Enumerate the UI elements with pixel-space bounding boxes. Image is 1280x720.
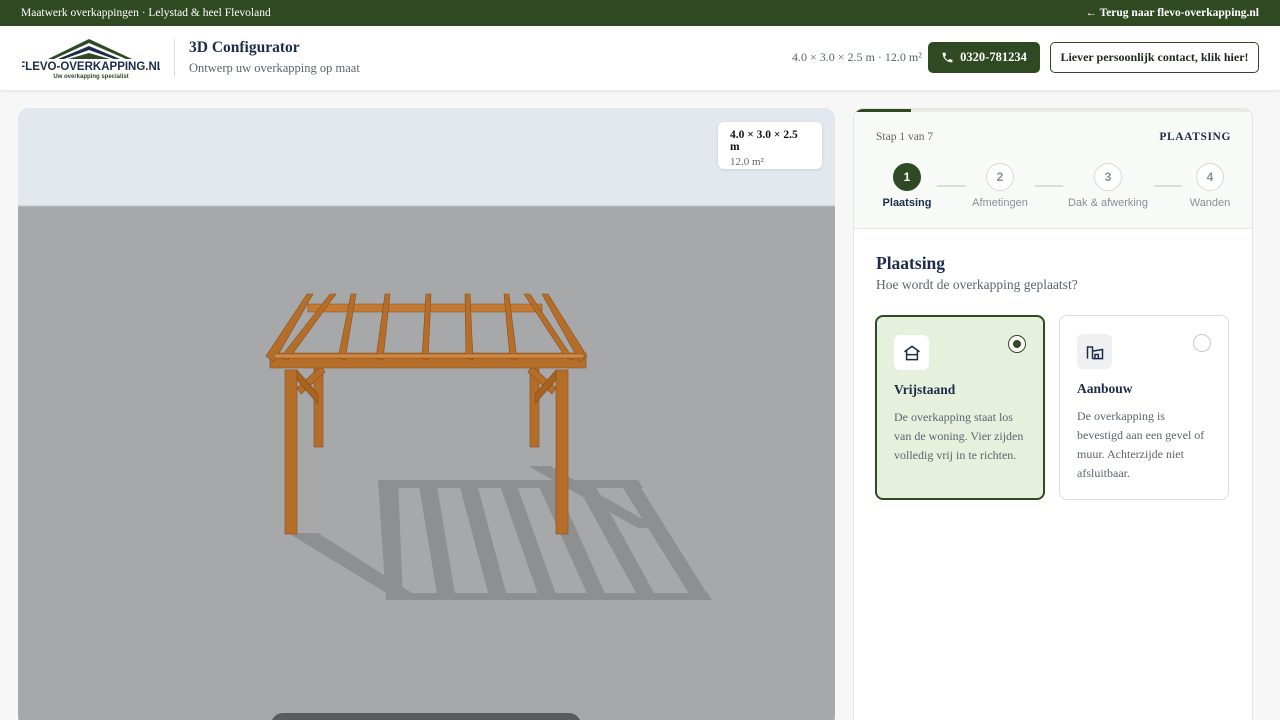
- option-description: De overkapping staat los van de woning. …: [894, 410, 1024, 462]
- radio-unselected[interactable]: [1193, 334, 1211, 352]
- step-label: Plaatsing: [882, 197, 932, 209]
- phone-button[interactable]: 0320-781234: [928, 42, 1040, 73]
- step-number: 4: [1196, 163, 1224, 191]
- step-number: 1: [893, 163, 921, 191]
- dimensions-value: 4.0 × 3.0 × 2.5 m: [730, 129, 798, 153]
- header: FLEVO-OVERKAPPING.NL Uw overkapping spec…: [0, 26, 1280, 91]
- step-label: Dak & afwerking: [1067, 197, 1149, 209]
- page-title: 3D Configurator: [189, 39, 300, 56]
- option-aanbouw[interactable]: Aanbouw De overkapping is bevestigd aan …: [1059, 315, 1229, 500]
- logo-tagline: Uw overkapping specialist: [53, 74, 128, 80]
- pergola-3d-model[interactable]: [18, 108, 835, 720]
- progress-bar: [854, 109, 1252, 112]
- personal-contact-button[interactable]: Liever persoonlijk contact, klik hier!: [1050, 42, 1259, 73]
- section-question: Hoe wordt de overkapping geplaatst?: [876, 277, 1078, 292]
- pergola-shadow: [288, 466, 712, 600]
- house-icon: [894, 335, 929, 370]
- progress-fill: [854, 109, 911, 112]
- area-value: 12.0 m²: [730, 156, 764, 168]
- step-number: 3: [1094, 163, 1122, 191]
- attached-building-icon: [1077, 334, 1112, 369]
- step-plaatsing[interactable]: 1 Plaatsing: [862, 163, 952, 209]
- step-label: Wanden: [1189, 197, 1231, 209]
- dimensions-badge: 4.0 × 3.0 × 2.5 m 12.0 m²: [718, 122, 822, 169]
- option-vrijstaand[interactable]: Vrijstaand De overkapping staat los van …: [875, 315, 1045, 500]
- page-subtitle: Ontwerp uw overkapping op maat: [189, 61, 360, 75]
- step-wanden[interactable]: 4 Wanden: [1165, 163, 1252, 209]
- step-label: Afmetingen: [972, 197, 1028, 209]
- option-title: Vrijstaand: [894, 382, 956, 397]
- step-dak-afwerking[interactable]: 3 Dak & afwerking: [1063, 163, 1153, 209]
- top-bar: Maatwerk overkappingen · Lelystad & heel…: [0, 0, 1280, 26]
- radio-selected[interactable]: [1008, 335, 1026, 353]
- current-step-name: PLAATSING: [1159, 131, 1231, 143]
- configurator-panel: Stap 1 van 7 PLAATSING 1 Plaatsing 2 Afm…: [853, 108, 1253, 720]
- divider: [174, 39, 175, 77]
- tagline: Maatwerk overkappingen · Lelystad & heel…: [21, 7, 271, 19]
- option-title: Aanbouw: [1077, 381, 1133, 396]
- phone-label: 0320-781234: [960, 50, 1027, 64]
- dimensions-summary: 4.0 × 3.0 × 2.5 m · 12.0 m²: [792, 50, 922, 64]
- step-number: 2: [986, 163, 1014, 191]
- back-to-site-link[interactable]: ← Terug naar flevo-overkapping.nl: [1085, 7, 1259, 19]
- section-title: Plaatsing: [876, 253, 946, 273]
- step-afmetingen[interactable]: 2 Afmetingen: [955, 163, 1045, 209]
- viewer-hint-pill: [271, 713, 581, 720]
- 3d-viewer[interactable]: 4.0 × 3.0 × 2.5 m 12.0 m²: [18, 108, 835, 720]
- company-logo[interactable]: FLEVO-OVERKAPPING.NL Uw overkapping spec…: [22, 37, 160, 81]
- step-counter: Stap 1 van 7: [876, 131, 934, 143]
- logo-text: FLEVO-OVERKAPPING.NL: [22, 61, 160, 73]
- phone-icon: [942, 52, 953, 63]
- option-description: De overkapping is bevestigd aan een geve…: [1077, 409, 1205, 480]
